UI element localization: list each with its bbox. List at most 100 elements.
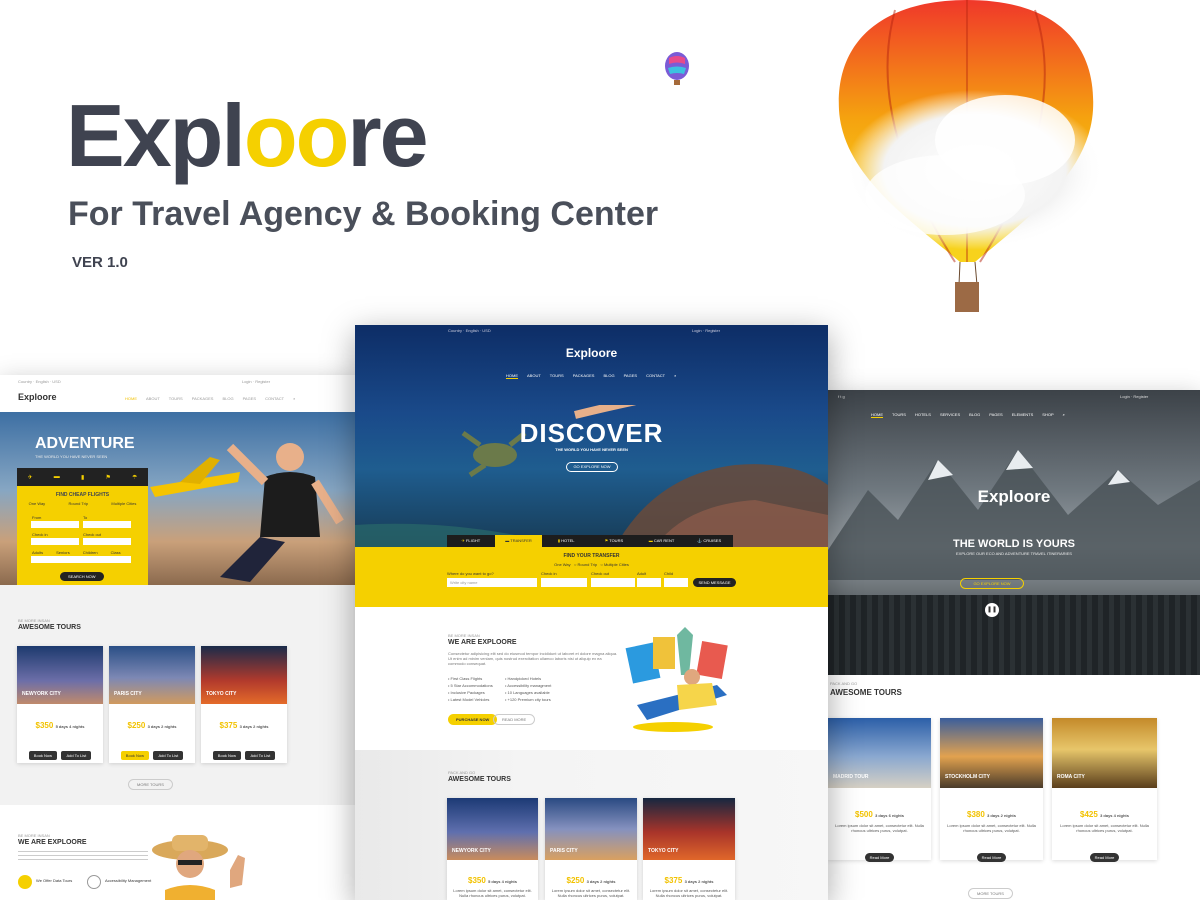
go-explore-button[interactable]: GO EXPLORE NOW — [960, 578, 1024, 589]
tab-transfer[interactable]: ▬ TRANSFER — [494, 535, 543, 547]
nav-contact[interactable]: CONTACT — [646, 373, 665, 378]
from-input[interactable] — [31, 521, 79, 528]
car-tab-icon[interactable]: ▬ — [54, 474, 60, 480]
tour-card[interactable]: TOKYO CITY $375 3 days 2 nights Book Now… — [201, 646, 287, 763]
tagline: For Travel Agency & Booking Center — [68, 195, 659, 233]
nav-packages[interactable]: PACKAGES — [192, 396, 214, 401]
add-to-list-button[interactable]: Add To List — [153, 751, 184, 760]
checkin-input[interactable] — [541, 578, 587, 587]
passenger-selects[interactable] — [31, 556, 131, 563]
option-multiple-cities[interactable]: Multiple Cities — [604, 562, 629, 567]
adult-select[interactable] — [637, 578, 661, 587]
topbar-register[interactable]: Register — [1133, 394, 1148, 399]
nav-shop[interactable]: SHOP — [1042, 412, 1053, 417]
topbar-login[interactable]: Login — [692, 328, 702, 333]
tour-card[interactable]: ROMA CITY $425 3 days 4 nights Lorem ips… — [1052, 718, 1157, 862]
destination-input[interactable]: Write city name — [447, 578, 537, 587]
topbar-country[interactable]: Country — [448, 328, 462, 333]
right-mockup: Login · Register f t g HOME TOURS HOTELS SE… — [828, 390, 1200, 900]
left-logo[interactable]: Exploore — [18, 392, 57, 402]
tour-card[interactable]: TOKYO CITY $375 3 days 2 nights Lorem ip… — [643, 798, 735, 900]
tab-hotel[interactable]: ▮ HOTEL — [542, 535, 590, 547]
option-one-way[interactable]: One Way — [29, 501, 46, 506]
tab-tours[interactable]: ⚑ TOURS — [590, 535, 638, 547]
nav-packages[interactable]: PACKAGES — [573, 373, 595, 378]
tour-card[interactable]: PARIS CITY $250 3 days 2 nights Book Now… — [109, 646, 195, 763]
search-icon[interactable]: ⌕ — [1063, 412, 1065, 417]
tour-card[interactable]: NEWYORK CITY $350 5 days 4 nights Lorem … — [447, 798, 538, 900]
topbar-country[interactable]: Country — [18, 379, 32, 384]
read-more-button[interactable]: Read More — [864, 853, 895, 862]
option-round-trip[interactable]: Round Trip — [69, 501, 89, 506]
nav-home[interactable]: HOME — [125, 396, 137, 401]
left-hero-subtitle: THE WORLD YOU HAVE NEVER SEEN — [35, 454, 108, 459]
option-round-trip[interactable]: Round Trip — [578, 562, 598, 567]
nav-tours[interactable]: TOURS — [169, 396, 183, 401]
search-icon[interactable]: ⌕ — [674, 373, 676, 378]
tour-card[interactable]: PARIS CITY $250 3 days 2 nights Lorem ip… — [545, 798, 637, 900]
child-select[interactable] — [664, 578, 688, 587]
topbar-language[interactable]: English — [36, 379, 49, 384]
facebook-icon[interactable]: f — [838, 394, 839, 399]
read-more-button[interactable]: Read More — [976, 853, 1007, 862]
book-now-button[interactable]: Book Now — [28, 751, 58, 760]
read-more-button[interactable]: READ MORE — [493, 714, 536, 725]
checkout-input[interactable] — [83, 538, 131, 545]
nav-pages[interactable]: PAGES — [243, 396, 257, 401]
nav-services[interactable]: SERVICES — [940, 412, 960, 417]
topbar-login[interactable]: Login — [242, 379, 252, 384]
walk-tab-icon[interactable]: ☂ — [132, 474, 137, 481]
tab-car-rent[interactable]: ▬ CAR RENT — [638, 535, 686, 547]
topbar-login[interactable]: Login — [1120, 394, 1130, 399]
add-to-list-button[interactable]: Add To List — [61, 751, 92, 760]
passenger-labels: Adults Seniors Children Class — [32, 550, 121, 555]
search-icon[interactable]: ⌕ — [293, 396, 295, 401]
option-multiple-cities[interactable]: Multiple Cities — [111, 501, 136, 506]
tour-card[interactable]: NEWYORK CITY $350 5 days 4 nights Book N… — [17, 646, 103, 763]
tour-card[interactable]: STOCKHOLM CITY $380 3 days 2 nights Lore… — [940, 718, 1043, 862]
tab-flight[interactable]: ✈ FLIGHT — [447, 535, 495, 547]
nav-about[interactable]: ABOUT — [146, 396, 160, 401]
nav-blog[interactable]: BLOG — [222, 396, 233, 401]
tour-tab-icon[interactable]: ⚑ — [105, 474, 110, 481]
nav-hotels[interactable]: HOTELS — [915, 412, 931, 417]
nav-pages[interactable]: PAGES — [624, 373, 638, 378]
nav-home[interactable]: HOME — [871, 412, 883, 418]
topbar-register[interactable]: Register — [705, 328, 720, 333]
plane-tab-icon[interactable]: ✈ — [28, 474, 33, 481]
book-now-button[interactable]: Book Now — [212, 751, 242, 760]
google-icon[interactable]: g — [843, 394, 845, 399]
to-input[interactable] — [83, 521, 131, 528]
nav-elements[interactable]: ELEMENTS — [1012, 412, 1034, 417]
nav-blog[interactable]: BLOG — [969, 412, 980, 417]
topbar-register[interactable]: Register — [255, 379, 270, 384]
tour-card[interactable]: MADRID TOUR $500 3 days 6 nights Lorem i… — [828, 718, 931, 862]
go-explore-button[interactable]: GO EXPLORE NOW — [566, 462, 618, 472]
send-message-button[interactable]: SEND MESSAGE — [693, 578, 736, 587]
checkout-input[interactable] — [591, 578, 635, 587]
topbar-currency[interactable]: USD — [482, 328, 490, 333]
search-now-button[interactable]: SEARCH NOW — [60, 572, 104, 581]
purchase-now-button[interactable]: PURCHASE NOW — [448, 714, 498, 725]
checkin-input[interactable] — [31, 538, 79, 545]
topbar-currency[interactable]: USD — [52, 379, 60, 384]
nav-blog[interactable]: BLOG — [603, 373, 614, 378]
center-logo[interactable]: Exploore — [355, 346, 828, 360]
option-one-way[interactable]: One Way — [554, 562, 571, 567]
more-tours-button[interactable]: MORE TOURS — [968, 888, 1013, 899]
twitter-icon[interactable]: t — [840, 394, 841, 399]
nav-pages[interactable]: PAGES — [989, 412, 1003, 417]
pause-icon[interactable]: ❚❚ — [985, 603, 999, 617]
tab-cruises[interactable]: ⚓ CRUISES — [685, 535, 733, 547]
topbar-language[interactable]: English — [466, 328, 479, 333]
nav-about[interactable]: ABOUT — [527, 373, 541, 378]
more-tours-button[interactable]: MORE TOURS — [128, 779, 173, 790]
nav-home[interactable]: HOME — [506, 373, 518, 379]
book-now-button[interactable]: Book Now — [120, 751, 150, 760]
add-to-list-button[interactable]: Add To List — [245, 751, 276, 760]
nav-tours[interactable]: TOURS — [892, 412, 906, 417]
hotel-tab-icon[interactable]: ▮ — [81, 474, 84, 481]
nav-tours[interactable]: TOURS — [550, 373, 564, 378]
nav-contact[interactable]: CONTACT — [265, 396, 284, 401]
read-more-button[interactable]: Read More — [1089, 853, 1120, 862]
